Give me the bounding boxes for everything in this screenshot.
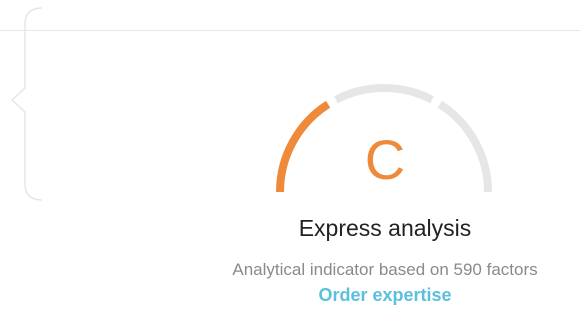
order-expertise-link[interactable]: Order expertise — [280, 285, 490, 306]
gauge-segment-1 — [276, 100, 331, 193]
analysis-subtitle: Analytical indicator based on 590 factor… — [232, 260, 538, 279]
top-divider — [0, 30, 580, 31]
side-panel-bracket — [11, 7, 43, 201]
analysis-title: Express analysis — [298, 215, 472, 241]
rating-grade: C — [364, 128, 406, 191]
gauge-segment-3 — [437, 100, 492, 193]
gauge-segment-2 — [334, 84, 434, 104]
